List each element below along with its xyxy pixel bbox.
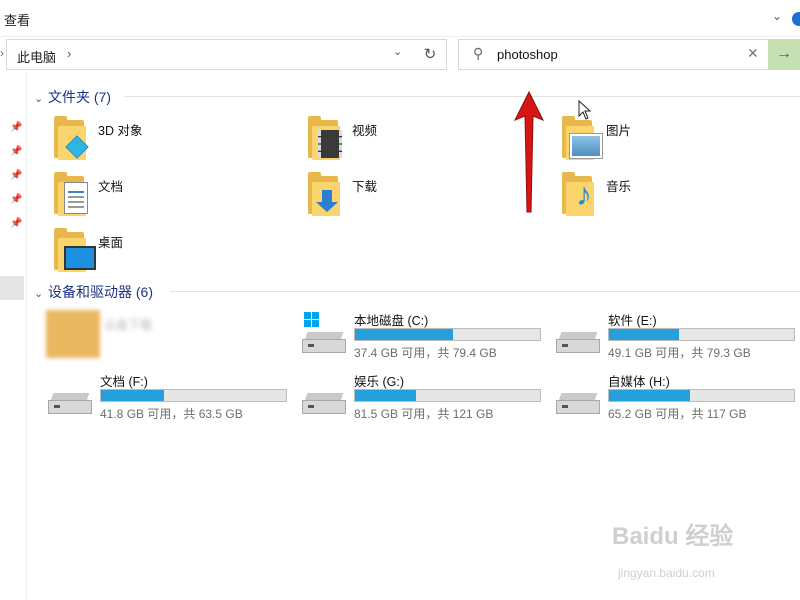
pin-icon: 📌 [10,170,23,181]
drive-usage-fill [355,329,454,340]
search-box[interactable]: ⚲ ✕ [458,39,770,70]
drive-g[interactable]: 娱乐 (G:) 81.5 GB 可用，共 121 GB [302,371,542,421]
video-icon [318,130,342,158]
drive-usage-bar [354,389,541,402]
hard-drive-icon [556,393,600,414]
folder-documents[interactable]: 文档 [54,172,294,220]
cloud-drive-label[interactable]: 云盘下载 [104,316,152,333]
annotation-arrow [513,90,545,213]
section-devices-header[interactable]: ⌄ 设备和驱动器 (6) [34,282,153,300]
search-icon: ⚲ [473,45,484,61]
drive-free-space: 41.8 GB 可用，共 63.5 GB [100,407,243,421]
folder-label: 视频 [352,124,378,138]
watermark-logo: Baidu 经验 [612,523,734,550]
hard-drive-icon [302,393,346,414]
watermark-url: jingyan.baidu.com [618,566,715,580]
drive-free-space: 81.5 GB 可用，共 121 GB [354,407,494,421]
breadcrumb-this-pc[interactable]: 此电脑 [17,47,56,66]
drive-name: 娱乐 (G:) [354,375,404,389]
download-arrow-head [316,202,338,212]
pin-icon: 📌 [10,218,23,229]
music-icon: ♪ [576,176,592,212]
drive-usage-bar [608,389,795,402]
hard-drive-icon [556,332,600,353]
folder-label: 下载 [352,180,378,194]
folder-label: 文档 [98,180,124,194]
search-input[interactable] [497,43,737,65]
hard-drive-icon [48,393,92,414]
drive-usage-bar [608,328,795,341]
drive-free-space: 49.1 GB 可用，共 79.3 GB [608,346,751,360]
drive-name: 文档 (F:) [100,375,148,389]
drive-usage-bar [100,389,287,402]
pin-icon: 📌 [10,194,23,205]
documents-icon [64,182,88,214]
drive-name: 自媒体 (H:) [608,375,670,389]
folder-desktop[interactable]: 桌面 [54,228,294,276]
breadcrumb-separator[interactable]: › [67,46,71,61]
ribbon-expand-icon[interactable]: ⌄ [772,9,786,23]
folder-label: 3D 对象 [98,124,143,138]
help-icon[interactable] [792,12,800,26]
drive-e[interactable]: 软件 (E:) 49.1 GB 可用，共 79.3 GB [556,310,796,360]
pin-icon: 📌 [10,122,23,133]
drive-c[interactable]: 本地磁盘 (C:) 37.4 GB 可用，共 79.4 GB [302,310,542,360]
download-icon [322,190,332,202]
drive-f[interactable]: 文档 (F:) 41.8 GB 可用，共 63.5 GB [48,371,288,421]
section-devices-title: 设备和驱动器 (6) [48,284,153,300]
drive-free-space: 65.2 GB 可用，共 117 GB [608,407,747,421]
section-divider [124,96,800,97]
mouse-cursor-icon [578,100,592,120]
folder-label: 音乐 [606,180,632,194]
section-divider [170,291,800,292]
folder-label: 图片 [606,124,632,138]
drive-usage-fill [609,390,691,401]
refresh-button[interactable]: ↻ [414,39,447,70]
nav-selected-item[interactable] [0,276,24,300]
chevron-right-icon[interactable]: › [0,46,4,60]
hard-drive-icon [302,332,346,353]
drive-free-space: 37.4 GB 可用，共 79.4 GB [354,346,497,360]
clear-icon[interactable]: ✕ [747,45,759,62]
pictures-icon [570,134,602,158]
folder-pictures[interactable]: 图片 [562,116,800,164]
pin-icon: 📌 [10,146,23,157]
folder-3d-objects[interactable]: 3D 对象 [54,116,294,164]
annotation-arrow-shape [513,90,545,213]
tab-view[interactable]: 查看 [4,10,30,29]
chevron-down-icon: ⌄ [34,93,44,105]
folder-music[interactable]: ♪ 音乐 [562,172,800,220]
cloud-drive-icon[interactable] [46,310,100,358]
address-bar[interactable]: 此电脑 › ⌄ [6,39,416,70]
folder-label: 桌面 [98,236,124,250]
drive-h[interactable]: 自媒体 (H:) 65.2 GB 可用，共 117 GB [556,371,796,421]
refresh-icon: ↻ [423,46,437,63]
drive-usage-fill [609,329,680,340]
drive-name: 本地磁盘 (C:) [354,314,429,328]
drive-name: 软件 (E:) [608,314,657,328]
ribbon: 查看 ⌄ [0,0,800,37]
section-folders-title: 文件夹 (7) [48,89,111,105]
drive-usage-fill [355,390,417,401]
desktop-icon [64,246,96,270]
navigation-pane[interactable]: 📌 📌 📌 📌 📌 [0,72,27,600]
section-folders-header[interactable]: ⌄ 文件夹 (7) [34,87,111,105]
chevron-down-icon: ⌄ [34,288,44,300]
arrow-right-icon: → [776,45,792,62]
windows-logo-icon [304,312,320,328]
drive-usage-bar [354,328,541,341]
chevron-down-icon[interactable]: ⌄ [393,45,407,61]
search-go-button[interactable]: → [768,39,800,70]
drive-usage-fill [101,390,164,401]
